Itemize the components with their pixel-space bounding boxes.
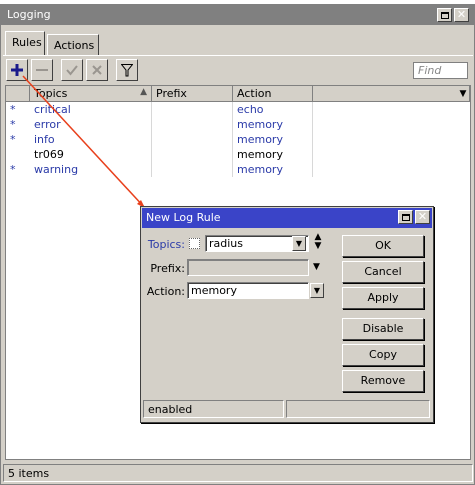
cancel-button[interactable]: Cancel [342,261,424,283]
action-label: Action: [146,285,185,298]
maximize-icon [401,213,410,221]
disable-rule-button[interactable]: Disable [342,318,424,340]
dialog-close-button[interactable]: ✕ [415,210,430,224]
action-select[interactable]: memory [187,282,309,299]
topics-label: Topics: [147,238,185,251]
close-icon: ✕ [417,210,428,223]
dialog-status: enabled [143,400,284,418]
topics-dropdown-button[interactable]: ▼ [292,236,306,251]
prefix-expand-icon[interactable]: ▼ [313,262,320,272]
copy-button[interactable]: Copy [342,344,424,366]
ok-button[interactable]: OK [342,235,424,257]
dialog-title: New Log Rule [146,211,221,224]
remove-down-icon[interactable]: ▼ [312,242,324,251]
dialog-titlebar[interactable]: New Log Rule ✕ [142,208,432,228]
prefix-label: Prefix: [150,262,185,275]
dialog-maximize-button[interactable] [398,210,413,224]
dialog-status-text: enabled [148,403,193,416]
chevron-down-icon: ▼ [295,239,303,248]
topics-value: radius [209,237,244,250]
remove-rule-button[interactable]: Remove [342,370,424,392]
action-value: memory [191,284,237,297]
new-log-rule-dialog: New Log Rule ✕ Topics: radius ▼ ▲ ▼ Pref… [140,206,434,423]
topics-add-remove[interactable]: ▲ ▼ [312,233,324,253]
chevron-down-icon: ▼ [313,286,321,295]
prefix-input[interactable] [187,259,309,276]
action-dropdown-button[interactable]: ▼ [310,283,324,298]
tab-rules-label: Rules [12,36,42,49]
topics-negate-checkbox[interactable] [189,238,200,249]
tab-rules[interactable]: Rules [5,31,45,55]
dialog-status-secondary [286,400,430,418]
apply-button[interactable]: Apply [342,287,424,309]
